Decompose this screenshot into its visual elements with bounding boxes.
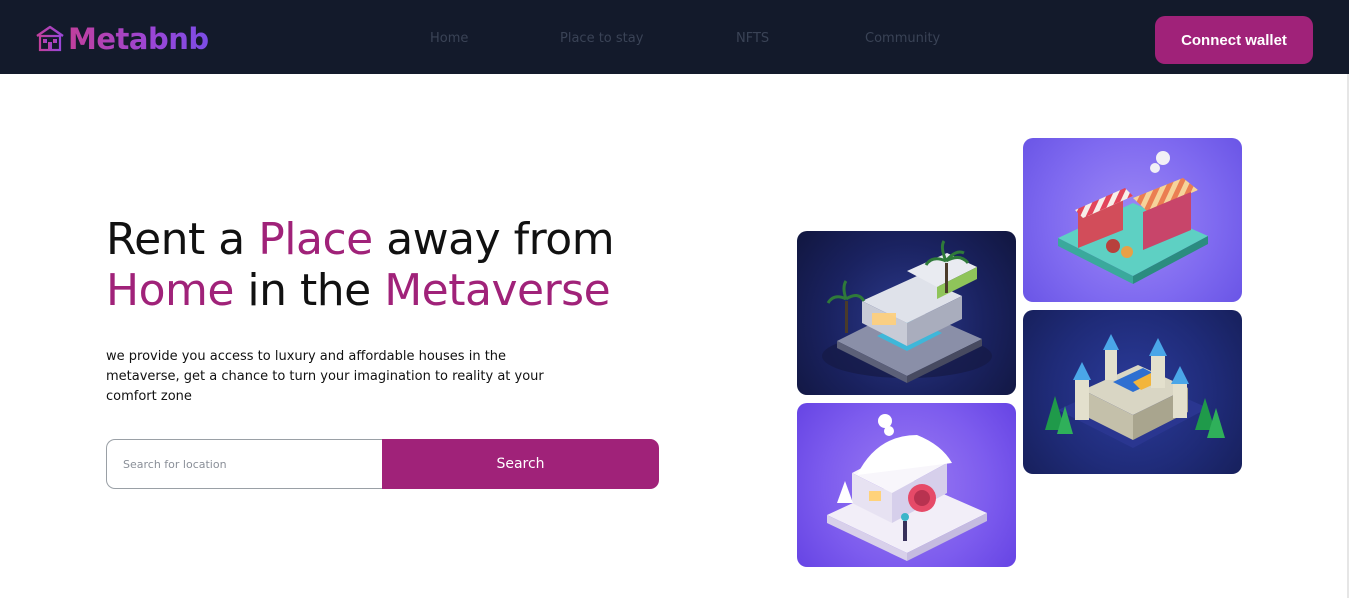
top-navbar: Metabnb Home Place to stay NFTS Communit…: [0, 0, 1349, 74]
castle-image: [1023, 310, 1242, 474]
nav-link-place-to-stay[interactable]: Place to stay: [560, 31, 643, 46]
headline-text: away from: [372, 214, 615, 265]
market-stall-image: [1023, 138, 1242, 302]
nav-link-home[interactable]: Home: [430, 31, 468, 46]
search-button[interactable]: Search: [382, 439, 659, 489]
hero-subtitle: we provide you access to luxury and affo…: [106, 349, 544, 404]
headline-accent-home: Home: [106, 265, 234, 316]
connect-wallet-button[interactable]: Connect wallet: [1155, 16, 1313, 64]
main-nav: Home Place to stay NFTS Community: [0, 31, 1349, 49]
landing-page: Metabnb Home Place to stay NFTS Communit…: [0, 0, 1349, 598]
headline-accent-metaverse: Metaverse: [384, 265, 611, 316]
market-illustration: [1058, 151, 1208, 284]
castle-illustration: [1045, 334, 1225, 448]
villa-illustration: [822, 240, 992, 383]
modern-villa-image: [797, 231, 1016, 395]
snow-cottage-image: [797, 403, 1016, 567]
cottage-illustration: [827, 414, 987, 561]
location-search-form: Search: [106, 439, 659, 489]
nav-link-community[interactable]: Community: [865, 31, 940, 46]
headline-accent-place: Place: [258, 214, 373, 265]
location-search-input[interactable]: [106, 439, 382, 489]
nav-link-nfts[interactable]: NFTS: [736, 31, 769, 46]
hero-headline: Rent a Place away from Home in the Metave…: [106, 214, 726, 316]
headline-text: Rent a: [106, 214, 259, 265]
headline-text: in the: [233, 265, 385, 316]
